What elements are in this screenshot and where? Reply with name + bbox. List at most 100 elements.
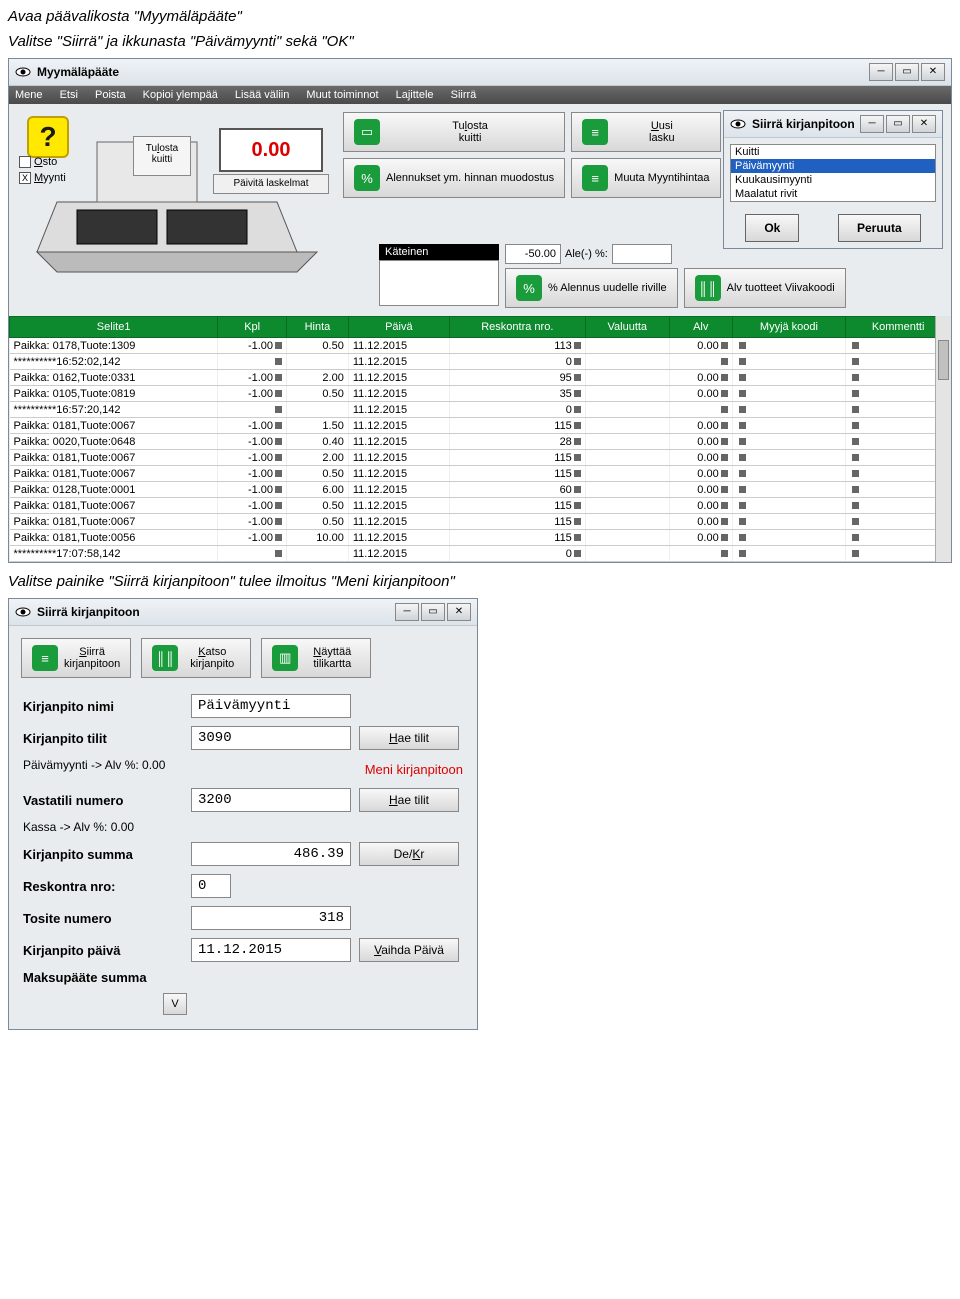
ok-button[interactable]: Ok: [745, 214, 799, 242]
table-header[interactable]: Alv: [669, 317, 732, 338]
menu-poista[interactable]: Poista: [95, 89, 126, 101]
table-cell: 11.12.2015: [348, 466, 449, 482]
table-cell: [732, 498, 846, 514]
table-row[interactable]: Paikka: 0181,Tuote:0067-1.000.5011.12.20…: [10, 514, 951, 530]
dialog-close[interactable]: ✕: [912, 115, 936, 133]
siirra-kirjanpitoon-button[interactable]: ≡ Siirräkirjanpitoon: [21, 638, 131, 678]
v-button[interactable]: V: [163, 993, 187, 1015]
table-row[interactable]: Paikka: 0181,Tuote:0067-1.000.5011.12.20…: [10, 466, 951, 482]
table-cell: [732, 514, 846, 530]
osto-checkbox[interactable]: OOstosto: [19, 156, 66, 168]
table-cell: -1.00: [218, 498, 287, 514]
option-kuitti[interactable]: Kuitti: [731, 145, 935, 159]
table-row[interactable]: Paikka: 0178,Tuote:1309-1.000.5011.12.20…: [10, 338, 951, 354]
table-cell: 0.00: [669, 514, 732, 530]
table-cell: 11.12.2015: [348, 546, 449, 562]
kassa-note: Kassa -> Alv %: 0.00: [23, 820, 463, 834]
vaihda-paiva-button[interactable]: Vaihda Päivä: [359, 938, 459, 962]
tulosta-kuitti-button-2[interactable]: ▭ Tulostakuitti: [343, 112, 565, 152]
menubar: Mene Etsi Poista Kopioi ylempää Lisää vä…: [9, 86, 951, 104]
menu-kopioi[interactable]: Kopioi ylempää: [143, 89, 218, 101]
sales-table-wrap: Selite1KplHintaPäiväReskontra nro.Valuut…: [9, 316, 951, 562]
menu-siirra[interactable]: Siirrä: [451, 89, 477, 101]
table-cell: [732, 482, 846, 498]
close-button[interactable]: ✕: [921, 63, 945, 81]
nayttaa-tilikartta-button[interactable]: ▥ Näyttäätilikartta: [261, 638, 371, 678]
table-cell: 113: [449, 338, 585, 354]
maximize-button[interactable]: ▭: [895, 63, 919, 81]
uusi-lasku-button[interactable]: ≡ Uusilasku: [571, 112, 720, 152]
table-cell: [732, 450, 846, 466]
dialog-minimize[interactable]: ─: [860, 115, 884, 133]
win2-close[interactable]: ✕: [447, 603, 471, 621]
help-icon[interactable]: ?: [27, 116, 69, 158]
table-cell: 0.00: [669, 482, 732, 498]
table-header[interactable]: Valuutta: [585, 317, 669, 338]
reskontra-input[interactable]: [191, 874, 231, 898]
window-siirra-kirjanpitoon: Siirrä kirjanpitoon ─ ▭ ✕ ≡ Siirräkirjan…: [8, 598, 478, 1030]
window2-title: Siirrä kirjanpitoon: [37, 605, 395, 619]
hae-tilit-button-1[interactable]: Hae tilit: [359, 726, 459, 750]
table-header[interactable]: Hinta: [287, 317, 349, 338]
table-header[interactable]: Reskontra nro.: [449, 317, 585, 338]
katso-kirjanpito-button[interactable]: ║║ Katsokirjanpito: [141, 638, 251, 678]
kirjanpito-tilit-input[interactable]: [191, 726, 351, 750]
table-cell: Paikka: 0181,Tuote:0067: [10, 514, 218, 530]
table-header[interactable]: Myyjä koodi: [732, 317, 846, 338]
table-cell: 0.00: [669, 338, 732, 354]
menu-mene[interactable]: Mene: [15, 89, 43, 101]
table-cell: [585, 402, 669, 418]
table-row[interactable]: Paikka: 0020,Tuote:0648-1.000.4011.12.20…: [10, 434, 951, 450]
menu-lajittele[interactable]: Lajittele: [396, 89, 434, 101]
table-row[interactable]: **********17:07:58,14211.12.20150: [10, 546, 951, 562]
table-row[interactable]: **********16:52:02,14211.12.20150: [10, 354, 951, 370]
dekr-button[interactable]: De/Kr: [359, 842, 459, 866]
table-row[interactable]: Paikka: 0162,Tuote:0331-1.002.0011.12.20…: [10, 370, 951, 386]
table-header[interactable]: Kpl: [218, 317, 287, 338]
table-cell: Paikka: 0181,Tuote:0067: [10, 450, 218, 466]
table-header[interactable]: Päivä: [348, 317, 449, 338]
table-row[interactable]: Paikka: 0181,Tuote:0067-1.001.5011.12.20…: [10, 418, 951, 434]
kirjanpito-nimi-input[interactable]: [191, 694, 351, 718]
option-kuukausimyynti[interactable]: Kuukausimyynti: [731, 173, 935, 187]
summa-input[interactable]: [191, 842, 351, 866]
menu-etsi[interactable]: Etsi: [60, 89, 78, 101]
alennukset-button[interactable]: % Alennukset ym. hinnan muodostus: [343, 158, 565, 198]
win2-maximize[interactable]: ▭: [421, 603, 445, 621]
siirra-options-list[interactable]: Kuitti Päivämyynti Kuukausimyynti Maalat…: [730, 144, 936, 202]
myynti-checkbox[interactable]: XMyynti: [19, 172, 66, 184]
table-row[interactable]: **********16:57:20,14211.12.20150: [10, 402, 951, 418]
option-paivamyynti[interactable]: Päivämyynti: [731, 159, 935, 173]
table-row[interactable]: Paikka: 0128,Tuote:0001-1.006.0011.12.20…: [10, 482, 951, 498]
table-row[interactable]: Paikka: 0181,Tuote:0056-1.0010.0011.12.2…: [10, 530, 951, 546]
table-header[interactable]: Selite1: [10, 317, 218, 338]
instruction-3: Valitse painike "Siirrä kirjanpitoon" tu…: [8, 573, 952, 590]
dialog-maximize[interactable]: ▭: [886, 115, 910, 133]
vastatili-input[interactable]: [191, 788, 351, 812]
paiva-input[interactable]: [191, 938, 351, 962]
tosite-input[interactable]: [191, 906, 351, 930]
option-maalatut[interactable]: Maalatut rivit: [731, 187, 935, 201]
table-cell: Paikka: 0162,Tuote:0331: [10, 370, 218, 386]
menu-lisaa[interactable]: Lisää väliin: [235, 89, 289, 101]
maksupaate-label: Maksupääte summa: [23, 970, 183, 985]
minimize-button[interactable]: ─: [869, 63, 893, 81]
peruuta-button[interactable]: Peruuta: [838, 214, 921, 242]
hae-tilit-button-2[interactable]: Hae tilit: [359, 788, 459, 812]
vertical-scrollbar[interactable]: [935, 316, 951, 562]
table-row[interactable]: Paikka: 0105,Tuote:0819-1.000.5011.12.20…: [10, 386, 951, 402]
menu-muut[interactable]: Muut toiminnot: [306, 89, 378, 101]
list-icon: ≡: [582, 119, 608, 145]
barcode2-icon: ║║: [152, 645, 178, 671]
scrollbar-thumb[interactable]: [938, 340, 949, 380]
win2-minimize[interactable]: ─: [395, 603, 419, 621]
table-row[interactable]: Paikka: 0181,Tuote:0067-1.000.5011.12.20…: [10, 498, 951, 514]
tulosta-kuitti-button-1[interactable]: Tulostakuitti: [133, 136, 191, 176]
table-cell: 0.50: [287, 386, 349, 402]
paivita-laskelmat-button[interactable]: Päivitä laskelmat: [213, 174, 329, 194]
table-cell: [732, 434, 846, 450]
table-row[interactable]: Paikka: 0181,Tuote:0067-1.002.0011.12.20…: [10, 450, 951, 466]
muuta-hintaa-button[interactable]: ≡ Muuta Myyntihintaa: [571, 158, 720, 198]
table-cell: -1.00: [218, 338, 287, 354]
table-cell: Paikka: 0181,Tuote:0067: [10, 498, 218, 514]
